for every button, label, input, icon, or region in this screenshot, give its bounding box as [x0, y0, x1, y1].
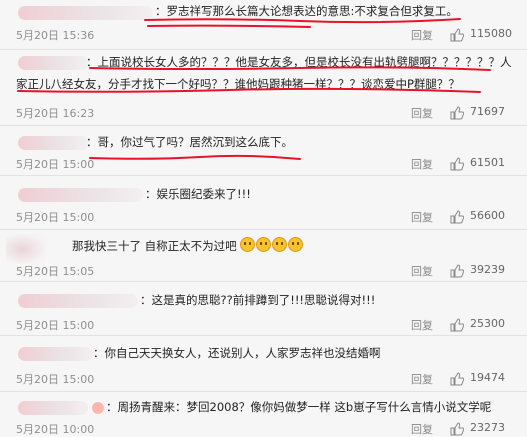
comment-text: 那我快三十了 自称正太不为过吧 [72, 236, 304, 256]
comment-date: 5月20日 15:00 [16, 373, 95, 386]
comment-list: ：罗志祥写那么长篇大论想表达的意思:不求复合但求复工。 5月20日 15:36 … [0, 0, 527, 436]
thumbs-up-icon[interactable] [450, 318, 464, 332]
reply-button[interactable]: 回复 [411, 263, 433, 279]
username-blurred[interactable] [18, 294, 138, 308]
comment-date: 5月20日 15:00 [16, 211, 95, 224]
comment-text: ：你自己天天换女人，还说别人，人家罗志祥也没结婚啊 [93, 346, 381, 360]
thumbs-up-icon[interactable] [450, 157, 464, 171]
like-count: 56600 [470, 209, 505, 222]
avatar-blurred[interactable] [6, 234, 46, 264]
reply-button[interactable]: 回复 [411, 421, 433, 437]
comment-item: ：罗志祥写那么长篇大论想表达的意思:不求复合但求复工。 5月20日 15:36 … [0, 0, 527, 50]
comment-text-line2: 家正儿八经女友，分手才找下一个好吗？？谁他妈跟种猪一样？？？谈恋爱中P群腿？？ [16, 77, 460, 91]
comment-text: ：这是真的思聪??前排蹲到了!!!思聪说得对!!! [140, 293, 376, 307]
comment-date: 5月20日 15:05 [16, 265, 95, 278]
comment-date: 5月20日 15:00 [16, 158, 95, 171]
username-blurred[interactable] [18, 136, 88, 150]
thumbs-up-icon[interactable] [450, 28, 464, 42]
thumbs-up-icon[interactable] [450, 210, 464, 224]
like-count: 23273 [470, 421, 505, 434]
grin-emoji-icon [240, 237, 256, 252]
reply-button[interactable]: 回复 [411, 27, 433, 43]
like-count: 61501 [470, 156, 505, 169]
comment-item: ：这是真的思聪??前排蹲到了!!!思聪说得对!!! 5月20日 15:00 回复… [0, 282, 527, 336]
comment-date: 5月20日 15:00 [16, 319, 95, 332]
thumbs-up-icon[interactable] [450, 372, 464, 386]
reply-button[interactable]: 回复 [411, 105, 433, 121]
like-count: 115080 [470, 27, 512, 40]
comment-text: ：周扬青醒来：梦回2008？像你妈做梦一样 这b崽子写什么言情小说文学呢 [106, 400, 492, 414]
username-blurred[interactable] [18, 6, 153, 20]
like-count: 71697 [470, 105, 505, 118]
comment-item: ：娱乐圈纪委来了!!! 5月20日 15:00 回复 56600 [0, 176, 527, 230]
comment-item: ：哥，你过气了吗？居然沉到这么底下。 5月20日 15:00 回复 61501 [0, 126, 527, 176]
like-count: 25300 [470, 317, 505, 330]
comment-date: 5月20日 10:00 [16, 423, 95, 436]
like-count: 19474 [470, 371, 505, 384]
username-blurred[interactable] [18, 188, 143, 202]
comment-date: 5月20日 15:36 [16, 29, 95, 42]
reply-button[interactable]: 回复 [411, 156, 433, 172]
comment-item: ：周扬青醒来：梦回2008？像你妈做梦一样 这b崽子写什么言情小说文学呢 5月2… [0, 392, 527, 436]
username-blurred[interactable] [18, 56, 88, 70]
comment-text-body: 那我快三十了 自称正太不为过吧 [72, 239, 237, 253]
grin-emoji-icon [272, 237, 288, 252]
thumbs-up-icon[interactable] [450, 422, 464, 436]
thumbs-up-icon[interactable] [450, 264, 464, 278]
comment-text: ：娱乐圈纪委来了!!! [145, 187, 251, 201]
reply-button[interactable]: 回复 [411, 209, 433, 225]
thumbs-up-icon[interactable] [450, 106, 464, 120]
username-blurred[interactable] [18, 401, 88, 415]
comment-date: 5月20日 16:23 [16, 107, 95, 120]
reply-button[interactable]: 回复 [411, 371, 433, 387]
grin-emoji-icon [256, 237, 272, 252]
grin-emoji-icon [288, 237, 304, 252]
comment-text: ：罗志祥写那么长篇大论想表达的意思:不求复合但求复工。 [155, 4, 458, 18]
like-count: 39239 [470, 263, 505, 276]
reply-button[interactable]: 回复 [411, 317, 433, 333]
comment-item: ：上面说校长女人多的？？？他是女友多，但是校长没有出轨劈腿啊？？？？？？人 家正… [0, 50, 527, 126]
comment-text-line1: ：上面说校长女人多的？？？他是女友多，但是校长没有出轨劈腿啊？？？？？？人 [86, 55, 512, 69]
comment-text: ：哥，你过气了吗？居然沉到这么底下。 [86, 135, 293, 149]
comment-item: 那我快三十了 自称正太不为过吧 5月20日 15:05 回复 39239 [0, 230, 527, 282]
username-blurred[interactable] [18, 347, 93, 361]
comment-item: ：你自己天天换女人，还说别人，人家罗志祥也没结婚啊 5月20日 15:00 回复… [0, 336, 527, 392]
emoji-icon [92, 402, 104, 414]
